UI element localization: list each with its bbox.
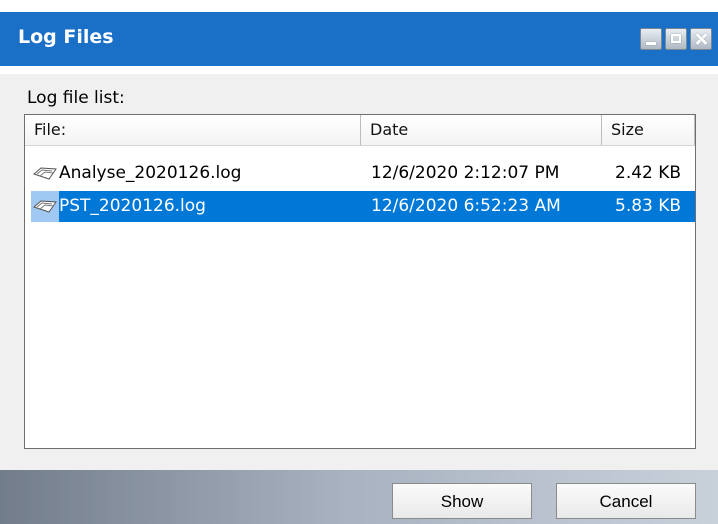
log-file-list-label: Log file list: bbox=[27, 88, 125, 108]
minimize-icon[interactable] bbox=[640, 28, 662, 50]
show-button[interactable]: Show bbox=[392, 483, 532, 519]
log-file-icon bbox=[33, 167, 57, 180]
table-row[interactable]: PST_2020126.log 12/6/2020 6:52:23 AM 5.8… bbox=[25, 191, 695, 222]
table-row[interactable]: Analyse_2020126.log 12/6/2020 2:12:07 PM… bbox=[25, 158, 695, 189]
log-file-icon bbox=[33, 200, 57, 213]
file-size: 5.83 KB bbox=[615, 196, 682, 216]
file-name: PST_2020126.log bbox=[59, 196, 206, 216]
file-name: Analyse_2020126.log bbox=[59, 163, 242, 183]
file-size: 2.42 KB bbox=[615, 163, 682, 183]
window-controls bbox=[640, 28, 712, 50]
close-icon[interactable] bbox=[690, 28, 712, 50]
cancel-button[interactable]: Cancel bbox=[556, 483, 696, 519]
dialog-titlebar: Log Files bbox=[0, 0, 718, 74]
file-date: 12/6/2020 6:52:23 AM bbox=[371, 196, 561, 216]
maximize-icon[interactable] bbox=[665, 28, 687, 50]
dialog-title: Log Files bbox=[18, 26, 114, 48]
column-header-date[interactable]: Date bbox=[361, 115, 602, 145]
column-header-size[interactable]: Size bbox=[602, 115, 695, 145]
column-header-file[interactable]: File: bbox=[25, 115, 361, 145]
log-files-dialog: Log Files Log file list: File: Date Size… bbox=[0, 0, 718, 524]
log-file-list[interactable]: File: Date Size Analyse_2020126.log 12/6… bbox=[24, 114, 696, 449]
list-header: File: Date Size bbox=[25, 115, 695, 146]
file-date: 12/6/2020 2:12:07 PM bbox=[371, 163, 560, 183]
